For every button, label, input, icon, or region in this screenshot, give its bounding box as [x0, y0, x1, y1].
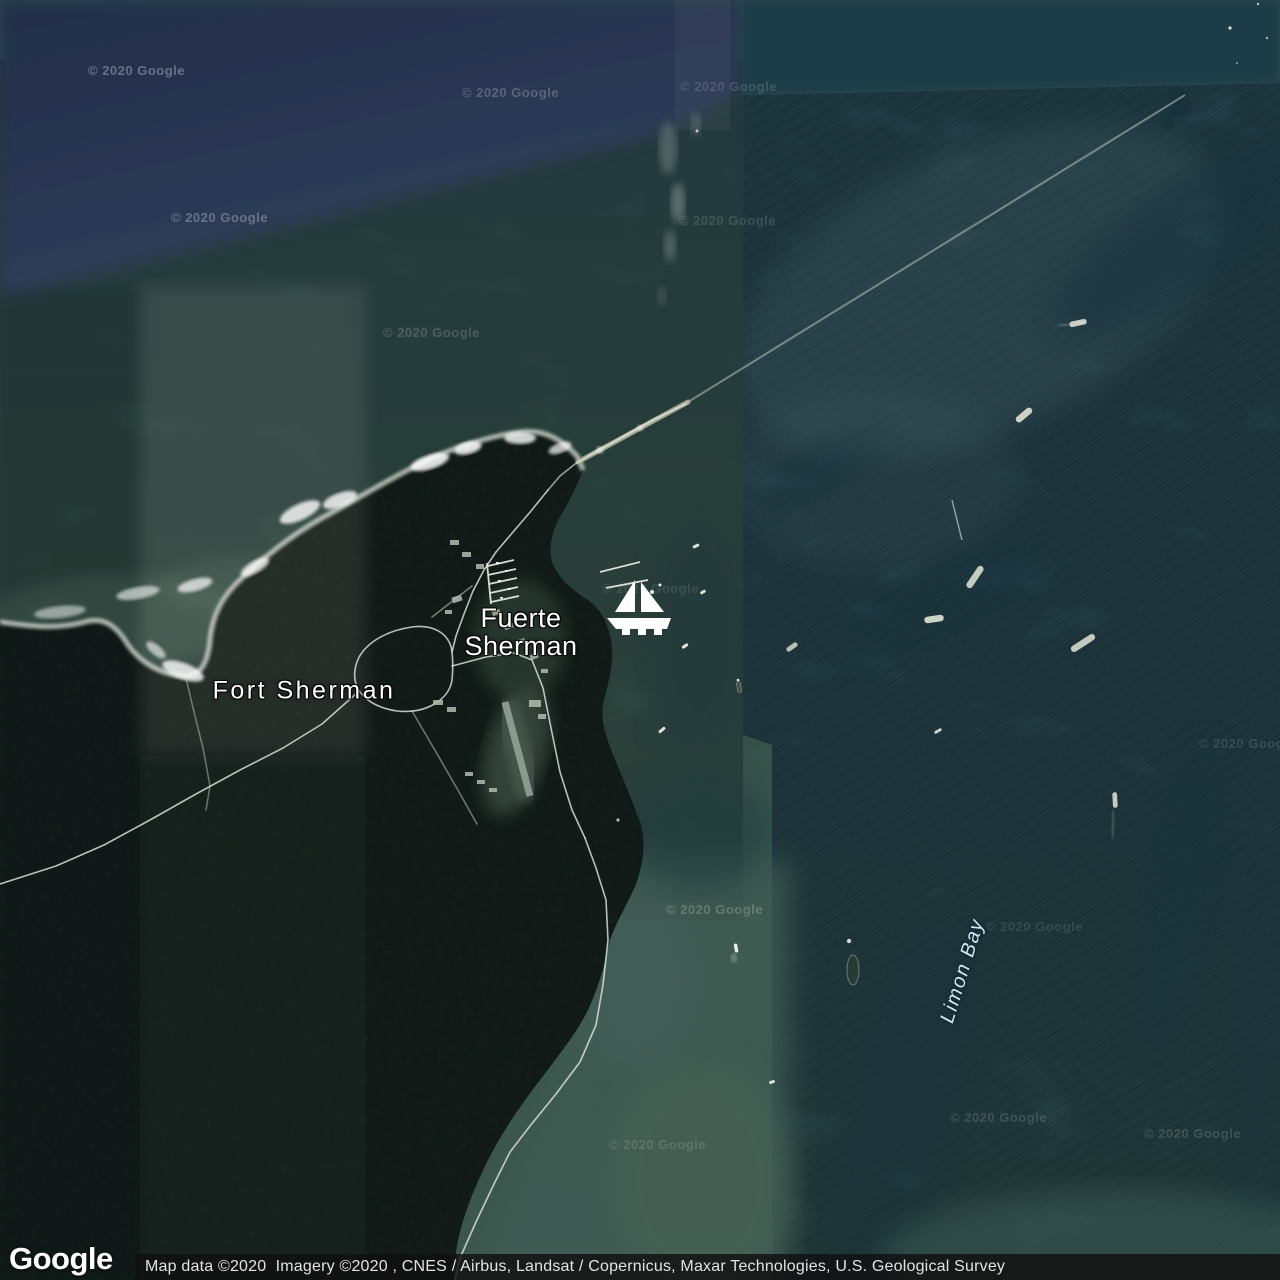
marina-sailboat-icon[interactable]	[605, 577, 673, 640]
satellite-imagery	[0, 0, 1280, 1280]
place-label-line1: Fuerte	[464, 604, 577, 632]
map-canvas[interactable]: © 2020 Google© 2020 Google© 2020 Google©…	[0, 0, 1280, 1280]
area-label-fort-sherman[interactable]: Fort Sherman	[213, 677, 396, 706]
google-logo[interactable]: Google	[9, 1241, 113, 1277]
place-label-line2: Sherman	[464, 632, 577, 660]
place-label-fuerte-sherman[interactable]: Fuerte Sherman	[464, 604, 577, 660]
attribution-bar: Map data ©2020 Imagery ©2020 , CNES / Ai…	[135, 1254, 1280, 1280]
attribution-text: Map data ©2020 Imagery ©2020 , CNES / Ai…	[135, 1254, 1280, 1280]
